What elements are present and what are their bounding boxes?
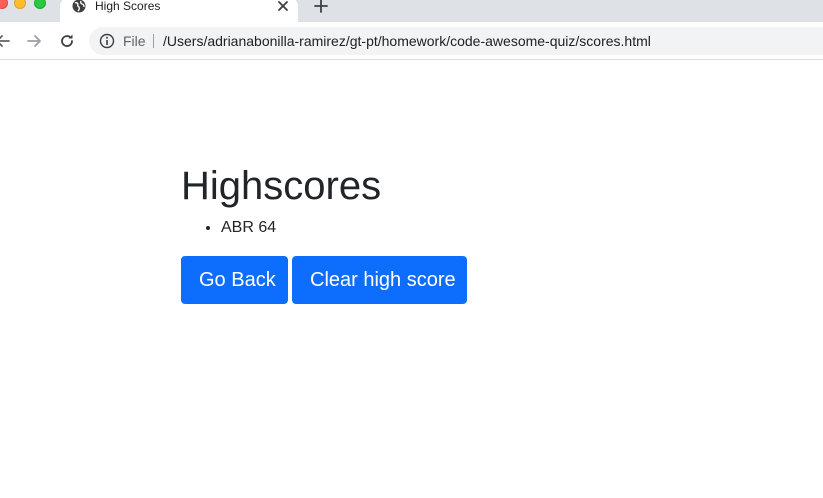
forward-arrow-icon[interactable]	[25, 32, 43, 50]
close-tab-icon[interactable]	[275, 0, 291, 14]
clear-high-score-button[interactable]: Clear high score	[292, 256, 467, 304]
reload-icon[interactable]	[58, 32, 76, 50]
browser-tab-strip: High Scores	[0, 0, 823, 22]
browser-toolbar: File /Users/adrianabonilla-ramirez/gt-pt…	[0, 22, 823, 60]
high-scores-list: ABR 64	[221, 218, 276, 238]
info-icon[interactable]	[99, 33, 115, 49]
address-bar-divider	[153, 34, 154, 48]
url-scheme-label: File	[123, 33, 146, 49]
browser-tab-high-scores[interactable]: High Scores	[60, 0, 298, 22]
globe-icon	[72, 0, 86, 13]
close-window-button[interactable]	[0, 0, 8, 9]
score-list-item: ABR 64	[221, 218, 276, 238]
go-back-button[interactable]: Go Back	[181, 256, 288, 304]
url-text[interactable]: /Users/adrianabonilla-ramirez/gt-pt/home…	[163, 27, 651, 55]
tab-title: High Scores	[95, 0, 161, 13]
back-arrow-icon[interactable]	[0, 32, 12, 50]
minimize-window-button[interactable]	[14, 0, 26, 9]
zoom-window-button[interactable]	[34, 0, 46, 9]
new-tab-icon[interactable]	[313, 0, 329, 14]
address-bar[interactable]: File /Users/adrianabonilla-ramirez/gt-pt…	[89, 27, 823, 55]
page-title: Highscores	[181, 164, 382, 208]
